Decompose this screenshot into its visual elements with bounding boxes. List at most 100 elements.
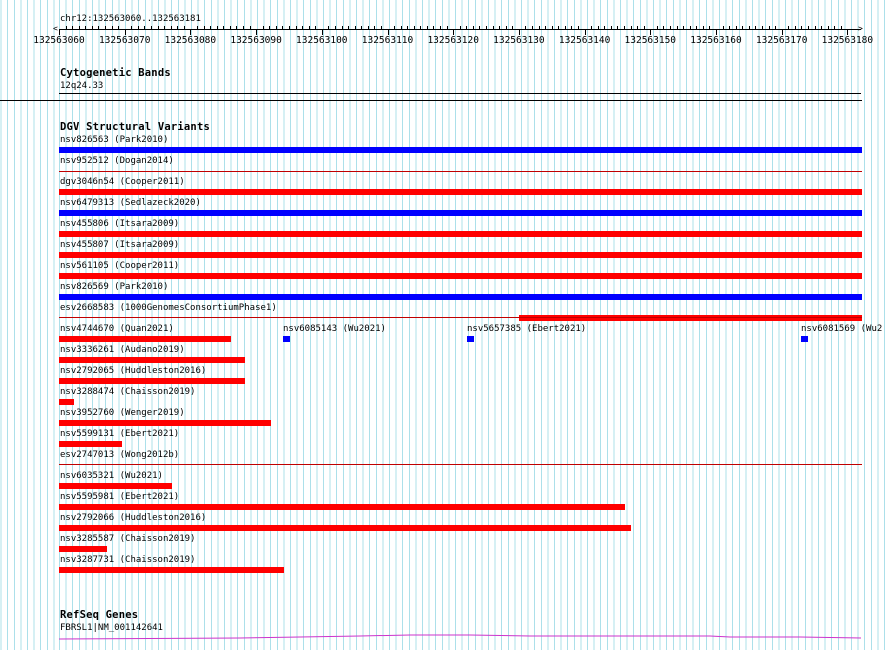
variant-label[interactable]: esv2668583 (1000GenomesConsortiumPhase1): [60, 303, 277, 314]
refseq-track-title[interactable]: RefSeq Genes: [60, 610, 138, 621]
ruler-tick-mark: [348, 26, 350, 29]
ruler-tick-mark: [840, 26, 842, 29]
ruler-tick-mark: [781, 29, 783, 35]
ruler-tick-mark: [545, 26, 547, 29]
variant-label[interactable]: nsv2792065 (Huddleston2016): [60, 366, 206, 377]
variant-label[interactable]: nsv6479313 (Sedlazeck2020): [60, 198, 201, 209]
ruler-tick-label: 132563110: [361, 35, 414, 46]
ruler-tick-mark: [433, 26, 435, 29]
variant-label[interactable]: nsv3285587 (Chaisson2019): [60, 534, 195, 545]
ruler-tick-label: 132563140: [558, 35, 611, 46]
ruler-tick-mark: [131, 26, 133, 29]
ruler-tick-mark: [420, 26, 422, 29]
cytoband-track-title[interactable]: Cytogenetic Bands: [60, 68, 171, 79]
dgv-track-title[interactable]: DGV Structural Variants: [60, 122, 210, 133]
ruler-tick-mark: [413, 26, 415, 29]
variant-feature-bar[interactable]: [519, 315, 862, 321]
variant-label[interactable]: nsv6035321 (Wu2021): [60, 471, 163, 482]
ruler-tick-mark: [466, 26, 468, 29]
ruler-tick-mark: [150, 26, 152, 29]
ruler-tick-mark: [801, 26, 803, 29]
variant-label[interactable]: nsv826563 (Park2010): [60, 135, 168, 146]
ruler-tick-mark: [597, 26, 599, 29]
variant-feature-bar[interactable]: [59, 252, 862, 258]
variant-label[interactable]: nsv952512 (Dogan2014): [60, 156, 174, 167]
row-separator: [59, 317, 862, 318]
ruler-tick-mark: [571, 26, 573, 29]
variant-label[interactable]: nsv4744670 (Quan2021): [60, 324, 174, 335]
variant-feature-bar[interactable]: [59, 483, 172, 489]
ruler-tick-mark: [446, 26, 448, 29]
ruler-tick-mark: [334, 26, 336, 29]
ruler-tick-label: 132563080: [164, 35, 217, 46]
ruler-tick-mark: [479, 26, 481, 29]
variant-label[interactable]: nsv6081569 (Wu2: [801, 324, 882, 335]
ruler-tick-mark: [98, 26, 100, 29]
ruler-tick-label: 132563170: [755, 35, 808, 46]
variant-feature-bar[interactable]: [59, 399, 74, 405]
ruler-tick-mark: [282, 26, 284, 29]
ruler-tick-mark: [242, 26, 244, 29]
variant-label[interactable]: nsv5599131 (Ebert2021): [60, 429, 179, 440]
ruler-tick-mark: [223, 26, 225, 29]
variant-feature-bar[interactable]: [59, 336, 231, 342]
ruler-tick-mark: [453, 29, 455, 35]
variant-feature-bar[interactable]: [59, 441, 122, 447]
variant-label[interactable]: nsv826569 (Park2010): [60, 282, 168, 293]
ruler-tick-mark: [374, 26, 376, 29]
ruler-tick-mark: [735, 26, 737, 29]
ruler-tick-mark: [696, 26, 698, 29]
variant-feature-bar[interactable]: [59, 420, 271, 426]
row-separator: [59, 464, 862, 465]
variant-label[interactable]: nsv3952760 (Wenger2019): [60, 408, 185, 419]
variant-feature-bar[interactable]: [283, 336, 290, 342]
ruler-tick-mark: [190, 29, 192, 35]
variant-label[interactable]: dgv3046n54 (Cooper2011): [60, 177, 185, 188]
variant-label[interactable]: esv2747013 (Wong2012b): [60, 450, 179, 461]
variant-label[interactable]: nsv5595981 (Ebert2021): [60, 492, 179, 503]
variant-feature-bar[interactable]: [467, 336, 474, 342]
ruler-tick-mark: [137, 26, 139, 29]
ruler-tick-mark: [617, 26, 619, 29]
ruler-tick-mark: [702, 26, 704, 29]
variant-label[interactable]: nsv455807 (Itsara2009): [60, 240, 179, 251]
ruler-tick-mark: [328, 26, 330, 29]
variant-label[interactable]: nsv5657385 (Ebert2021): [467, 324, 586, 335]
variant-feature-bar[interactable]: [59, 273, 862, 279]
ruler-tick-mark: [295, 26, 297, 29]
variant-label[interactable]: nsv2792066 (Huddleston2016): [60, 513, 206, 524]
variant-feature-bar[interactable]: [59, 231, 862, 237]
ruler-tick-mark: [794, 26, 796, 29]
variant-feature-bar[interactable]: [59, 147, 862, 153]
variant-feature-bar[interactable]: [59, 504, 625, 510]
ruler-tick-label: 132563120: [427, 35, 479, 46]
ruler-tick-mark: [827, 26, 829, 29]
variant-feature-bar[interactable]: [59, 357, 245, 363]
variant-feature-bar[interactable]: [801, 336, 808, 342]
refseq-transcript-line[interactable]: [58, 634, 862, 640]
cytoband-bar[interactable]: [59, 93, 861, 94]
ruler-tick-mark: [367, 26, 369, 29]
ruler-tick-mark: [387, 29, 389, 35]
ruler-tick-mark: [85, 26, 87, 29]
variant-feature-bar[interactable]: [59, 294, 862, 300]
ruler-tick-mark: [308, 26, 310, 29]
ruler-tick-mark: [538, 26, 540, 29]
ruler-tick-mark: [183, 26, 185, 29]
variant-feature-bar[interactable]: [59, 210, 862, 216]
ruler-tick-mark: [788, 26, 790, 29]
variant-label[interactable]: nsv3288474 (Chaisson2019): [60, 387, 195, 398]
variant-feature-bar[interactable]: [59, 546, 107, 552]
variant-label[interactable]: nsv455806 (Itsara2009): [60, 219, 179, 230]
variant-feature-bar[interactable]: [59, 378, 245, 384]
ruler-tick-mark: [814, 26, 816, 29]
refseq-gene-model[interactable]: [0, 630, 890, 642]
variant-feature-bar[interactable]: [59, 567, 284, 573]
variant-label[interactable]: nsv6085143 (Wu2021): [283, 324, 386, 335]
variant-feature-bar[interactable]: [59, 525, 631, 531]
ruler-tick-mark: [748, 26, 750, 29]
variant-label[interactable]: nsv561105 (Cooper2011): [60, 261, 179, 272]
variant-label[interactable]: nsv3287731 (Chaisson2019): [60, 555, 195, 566]
variant-feature-bar[interactable]: [59, 189, 862, 195]
variant-label[interactable]: nsv3336261 (Audano2019): [60, 345, 185, 356]
